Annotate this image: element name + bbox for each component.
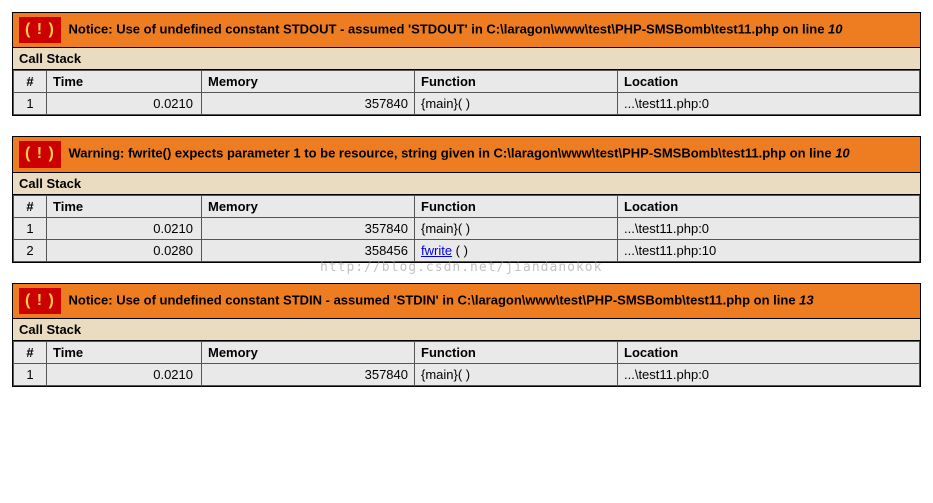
col-function-header: Function — [415, 71, 618, 93]
col-location-header: Location — [618, 342, 920, 364]
stack-memory: 357840 — [202, 217, 415, 239]
col-time-header: Time — [47, 342, 202, 364]
col-num-header: # — [14, 195, 47, 217]
callstack-table: # Time Memory Function Location 1 0.0210… — [13, 341, 920, 386]
table-row: 1 0.0210 357840 {main}( ) ...\test11.php… — [14, 217, 920, 239]
stack-location: ...\test11.php:0 — [618, 364, 920, 386]
error-message: fwrite() expects parameter 1 to be resou… — [128, 146, 835, 161]
callstack-header: Call Stack — [13, 173, 920, 195]
stack-num: 1 — [14, 217, 47, 239]
stack-memory: 357840 — [202, 364, 415, 386]
stack-memory: 358456 — [202, 239, 415, 261]
stack-function: fwrite ( ) — [415, 239, 618, 261]
table-header-row: # Time Memory Function Location — [14, 71, 920, 93]
table-row: 2 0.0280 358456 fwrite ( ) ...\test11.ph… — [14, 239, 920, 261]
xdebug-error-block: ( ! ) Warning: fwrite() expects paramete… — [12, 136, 921, 262]
error-header: ( ! ) Warning: fwrite() expects paramete… — [13, 137, 920, 172]
col-num-header: # — [14, 342, 47, 364]
error-line-number: 13 — [799, 292, 813, 307]
callstack-table: # Time Memory Function Location 1 0.0210… — [13, 195, 920, 262]
error-line-number: 10 — [835, 146, 849, 161]
callstack-table: # Time Memory Function Location 1 0.0210… — [13, 70, 920, 115]
col-num-header: # — [14, 71, 47, 93]
col-function-header: Function — [415, 342, 618, 364]
callstack-header: Call Stack — [13, 48, 920, 70]
stack-location: ...\test11.php:0 — [618, 93, 920, 115]
xdebug-error-block: ( ! ) Notice: Use of undefined constant … — [12, 12, 921, 116]
stack-function: {main}( ) — [415, 217, 618, 239]
table-row: 1 0.0210 357840 {main}( ) ...\test11.php… — [14, 364, 920, 386]
error-type: Warning: — [69, 146, 128, 161]
table-header-row: # Time Memory Function Location — [14, 342, 920, 364]
stack-time: 0.0280 — [47, 239, 202, 261]
stack-time: 0.0210 — [47, 217, 202, 239]
col-memory-header: Memory — [202, 342, 415, 364]
col-memory-header: Memory — [202, 71, 415, 93]
stack-time: 0.0210 — [47, 364, 202, 386]
error-header: ( ! ) Notice: Use of undefined constant … — [13, 13, 920, 48]
col-function-header: Function — [415, 195, 618, 217]
stack-function: {main}( ) — [415, 364, 618, 386]
col-time-header: Time — [47, 71, 202, 93]
error-type: Notice: — [69, 292, 117, 307]
stack-num: 2 — [14, 239, 47, 261]
stack-function: {main}( ) — [415, 93, 618, 115]
stack-num: 1 — [14, 93, 47, 115]
error-message: Use of undefined constant STDIN - assume… — [116, 292, 799, 307]
error-type: Notice: — [69, 22, 117, 37]
stack-num: 1 — [14, 364, 47, 386]
error-header: ( ! ) Notice: Use of undefined constant … — [13, 284, 920, 319]
error-line-number: 10 — [828, 22, 842, 37]
function-link[interactable]: fwrite — [421, 243, 452, 258]
callstack-header: Call Stack — [13, 319, 920, 341]
table-row: 1 0.0210 357840 {main}( ) ...\test11.php… — [14, 93, 920, 115]
stack-location: ...\test11.php:10 — [618, 239, 920, 261]
stack-time: 0.0210 — [47, 93, 202, 115]
table-header-row: # Time Memory Function Location — [14, 195, 920, 217]
xdebug-error-block: ( ! ) Notice: Use of undefined constant … — [12, 283, 921, 387]
col-memory-header: Memory — [202, 195, 415, 217]
col-location-header: Location — [618, 195, 920, 217]
warning-icon: ( ! ) — [19, 141, 61, 167]
col-location-header: Location — [618, 71, 920, 93]
warning-icon: ( ! ) — [19, 288, 61, 314]
error-message: Use of undefined constant STDOUT - assum… — [116, 22, 828, 37]
stack-location: ...\test11.php:0 — [618, 217, 920, 239]
stack-memory: 357840 — [202, 93, 415, 115]
warning-icon: ( ! ) — [19, 17, 61, 43]
col-time-header: Time — [47, 195, 202, 217]
